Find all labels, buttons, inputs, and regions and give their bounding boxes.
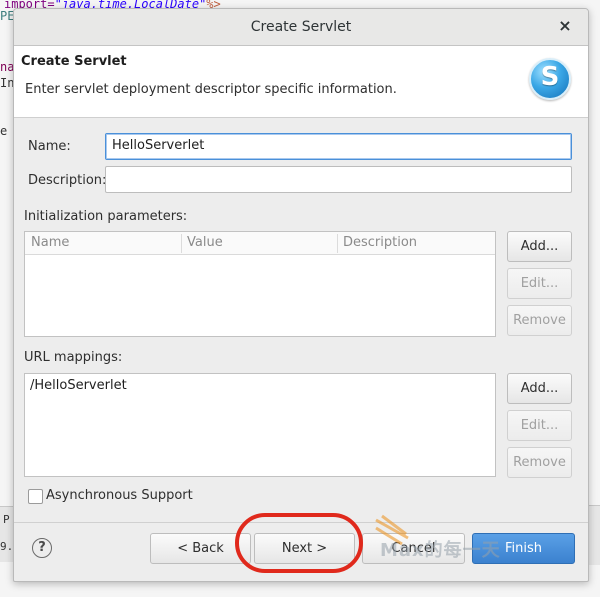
column-header-description[interactable]: Description: [343, 235, 417, 250]
url-add-button[interactable]: Add...: [507, 373, 572, 404]
init-remove-button[interactable]: Remove: [507, 305, 572, 336]
column-header-value[interactable]: Value: [187, 235, 223, 250]
init-edit-button[interactable]: Edit...: [507, 268, 572, 299]
dialog-titlebar[interactable]: Create Servlet ×: [14, 9, 588, 46]
description-field[interactable]: [105, 166, 572, 193]
page-title: Create Servlet: [21, 54, 127, 69]
init-add-button[interactable]: Add...: [507, 231, 572, 262]
init-params-label: Initialization parameters:: [24, 209, 188, 224]
annotation-highlight-ring: [235, 513, 363, 573]
create-servlet-dialog: Create Servlet × Create Servlet Enter se…: [13, 8, 589, 582]
url-edit-button[interactable]: Edit...: [507, 410, 572, 441]
page-description: Enter servlet deployment descriptor spec…: [25, 82, 397, 97]
list-item[interactable]: /HelloServerlet: [30, 378, 127, 393]
column-divider[interactable]: [337, 234, 338, 253]
panel-fragment: P: [3, 513, 10, 526]
help-icon[interactable]: ?: [32, 538, 52, 558]
column-header-name[interactable]: Name: [31, 235, 69, 250]
init-params-table[interactable]: Name Value Description: [24, 231, 496, 337]
panel-fragment: 9.: [0, 540, 14, 553]
name-label: Name:: [28, 139, 71, 154]
servlet-icon: S: [529, 58, 571, 100]
column-divider[interactable]: [181, 234, 182, 253]
watermark-text: Max的每一天: [380, 540, 501, 561]
name-field[interactable]: HelloServerlet: [105, 133, 572, 160]
code-line-fragment: e: [0, 124, 8, 138]
async-support-checkbox[interactable]: [28, 489, 43, 504]
url-mappings-list[interactable]: /HelloServerlet: [24, 373, 496, 477]
async-support-label[interactable]: Asynchronous Support: [46, 488, 193, 503]
close-icon[interactable]: ×: [556, 17, 574, 35]
wizard-header: Create Servlet Enter servlet deployment …: [14, 46, 588, 118]
description-label: Description:: [28, 173, 107, 188]
window-title: Create Servlet: [250, 19, 352, 35]
url-remove-button[interactable]: Remove: [507, 447, 572, 478]
url-mappings-label: URL mappings:: [24, 350, 123, 365]
table-header: Name Value Description: [25, 232, 495, 255]
